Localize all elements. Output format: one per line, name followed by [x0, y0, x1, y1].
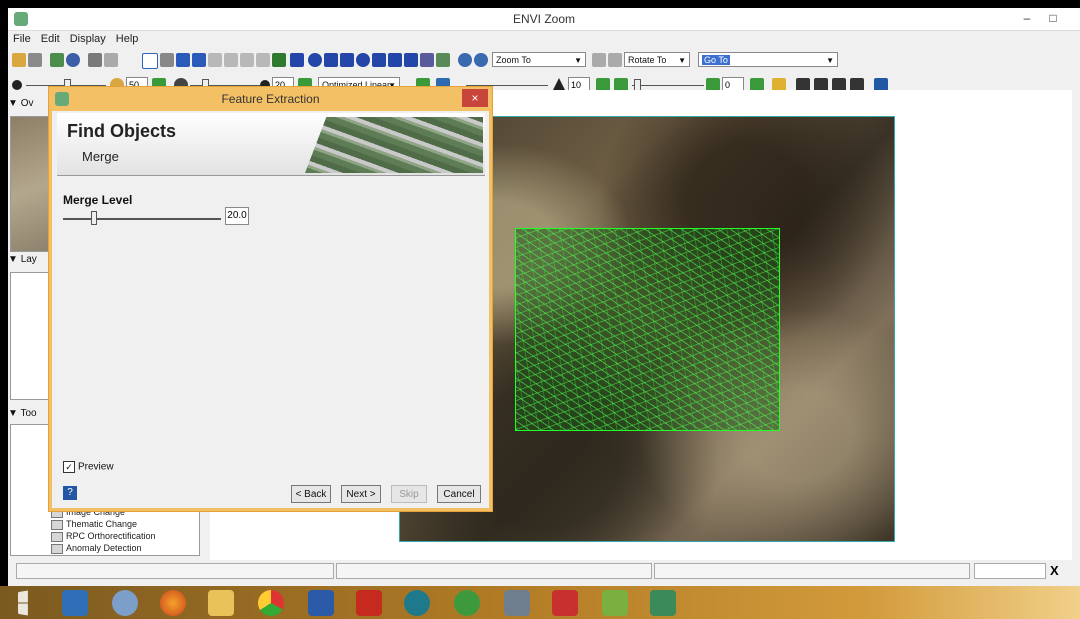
- zoom-out-icon[interactable]: [474, 53, 488, 67]
- file-manager-icon[interactable]: [208, 590, 234, 616]
- tool-icon: [51, 543, 63, 554]
- select-arrow-icon[interactable]: [142, 53, 158, 69]
- rectangle-icon[interactable]: [340, 53, 354, 67]
- word-icon[interactable]: [308, 590, 334, 616]
- layer-icon[interactable]: [50, 53, 64, 67]
- save-icon[interactable]: [28, 53, 42, 67]
- tool-icon: [51, 531, 63, 542]
- chrome-icon[interactable]: [258, 590, 284, 616]
- status-field-1: [16, 563, 334, 579]
- menu-file[interactable]: File: [8, 31, 36, 47]
- profile-icon[interactable]: [224, 53, 238, 67]
- merge-level-label: Merge Level: [63, 193, 133, 207]
- vector-icon[interactable]: [272, 53, 286, 67]
- rotate-right-icon[interactable]: [608, 53, 622, 67]
- slider-thumb[interactable]: [91, 211, 97, 225]
- dialog-help-icon[interactable]: ?: [63, 486, 77, 500]
- go-to-select[interactable]: Go To ▼: [698, 52, 838, 67]
- menu-edit[interactable]: Edit: [36, 31, 65, 47]
- crosshair-icon[interactable]: [176, 53, 190, 67]
- dialog-title-bar: Feature Extraction ×: [49, 87, 492, 111]
- arrow-icon[interactable]: [388, 53, 402, 67]
- tool-rpc-orthorectification[interactable]: RPC Orthorectification: [51, 531, 156, 542]
- tool-anomaly-detection[interactable]: Anomaly Detection: [51, 543, 142, 554]
- polyline-icon[interactable]: [372, 53, 386, 67]
- grid-icon[interactable]: [256, 53, 270, 67]
- undo-icon[interactable]: [88, 53, 102, 67]
- next-button[interactable]: Next >: [341, 485, 381, 503]
- globe-icon[interactable]: [454, 590, 480, 616]
- ellipse-icon[interactable]: [356, 53, 370, 67]
- minimize-button[interactable]: –: [1014, 8, 1040, 28]
- status-field-2: [336, 563, 652, 579]
- app-title: ENVI Zoom: [512, 12, 575, 26]
- segmentation-preview[interactable]: [515, 228, 780, 431]
- dialog-title: Feature Extraction: [221, 92, 320, 106]
- title-bar: ENVI Zoom – □: [8, 8, 1080, 31]
- menu-display[interactable]: Display: [65, 31, 111, 47]
- tool-icon: [51, 519, 63, 530]
- aerial-photo-image: [305, 117, 483, 173]
- pen-icon[interactable]: [552, 590, 578, 616]
- close-status-icon[interactable]: X: [1050, 563, 1059, 578]
- step-banner: Find Objects Merge: [57, 113, 485, 176]
- menu-help[interactable]: Help: [111, 31, 144, 47]
- pan-icon[interactable]: [160, 53, 174, 67]
- preview-checkbox[interactable]: ✓ Preview: [63, 461, 114, 473]
- zoom-in-icon[interactable]: [458, 53, 472, 67]
- merge-level-value[interactable]: 20.0: [225, 207, 249, 225]
- redo-icon[interactable]: [104, 53, 118, 67]
- picture-icon[interactable]: [404, 53, 418, 67]
- status-bar: X: [8, 562, 1080, 580]
- cancel-button[interactable]: Cancel: [437, 485, 481, 503]
- paint-icon[interactable]: [112, 590, 138, 616]
- explorer-icon[interactable]: [62, 590, 88, 616]
- scalebar-icon[interactable]: [436, 53, 450, 67]
- brightness-icon: [12, 80, 22, 90]
- polygon-icon[interactable]: [324, 53, 338, 67]
- chart-icon[interactable]: [602, 590, 628, 616]
- rotate-left-icon[interactable]: [592, 53, 606, 67]
- restore-button[interactable]: □: [1040, 8, 1066, 28]
- acrobat-icon[interactable]: [356, 590, 382, 616]
- windows-taskbar: [0, 586, 1080, 619]
- windows-start-icon[interactable]: [18, 590, 28, 616]
- text-annotation-icon[interactable]: [290, 53, 304, 67]
- feature-extraction-dialog: Feature Extraction × Find Objects Merge …: [48, 86, 493, 512]
- dialog-close-button[interactable]: ×: [462, 89, 488, 107]
- step-subheading: Merge: [82, 149, 119, 164]
- envi-search-icon[interactable]: [404, 590, 430, 616]
- portal-icon[interactable]: [240, 53, 254, 67]
- rotate-to-select[interactable]: Rotate To ▼: [624, 52, 690, 67]
- pixel-locator-icon[interactable]: [192, 53, 206, 67]
- step-heading: Find Objects: [67, 121, 177, 141]
- skip-button[interactable]: Skip: [391, 485, 427, 503]
- globe-icon[interactable]: [66, 53, 80, 67]
- open-icon[interactable]: [12, 53, 26, 67]
- status-field-3: [654, 563, 970, 579]
- measure-icon[interactable]: [208, 53, 222, 67]
- zoom-to-select[interactable]: Zoom To ▼: [492, 52, 586, 67]
- merge-level-slider[interactable]: [63, 211, 221, 225]
- checkbox-checked-icon[interactable]: ✓: [63, 461, 75, 473]
- tool-thematic-change[interactable]: Thematic Change: [51, 519, 137, 530]
- back-button[interactable]: < Back: [291, 485, 331, 503]
- symbol-icon[interactable]: [308, 53, 322, 67]
- main-toolbar: Zoom To ▼ Rotate To ▼ Go To ▼: [8, 49, 1080, 73]
- status-field-4: [974, 563, 1046, 579]
- mapkey-icon[interactable]: [420, 53, 434, 67]
- slider-track: [63, 218, 221, 220]
- firefox-icon[interactable]: [160, 590, 186, 616]
- menu-bar: File Edit Display Help: [8, 31, 1080, 48]
- drive-icon[interactable]: [504, 590, 530, 616]
- envi-icon[interactable]: [650, 590, 676, 616]
